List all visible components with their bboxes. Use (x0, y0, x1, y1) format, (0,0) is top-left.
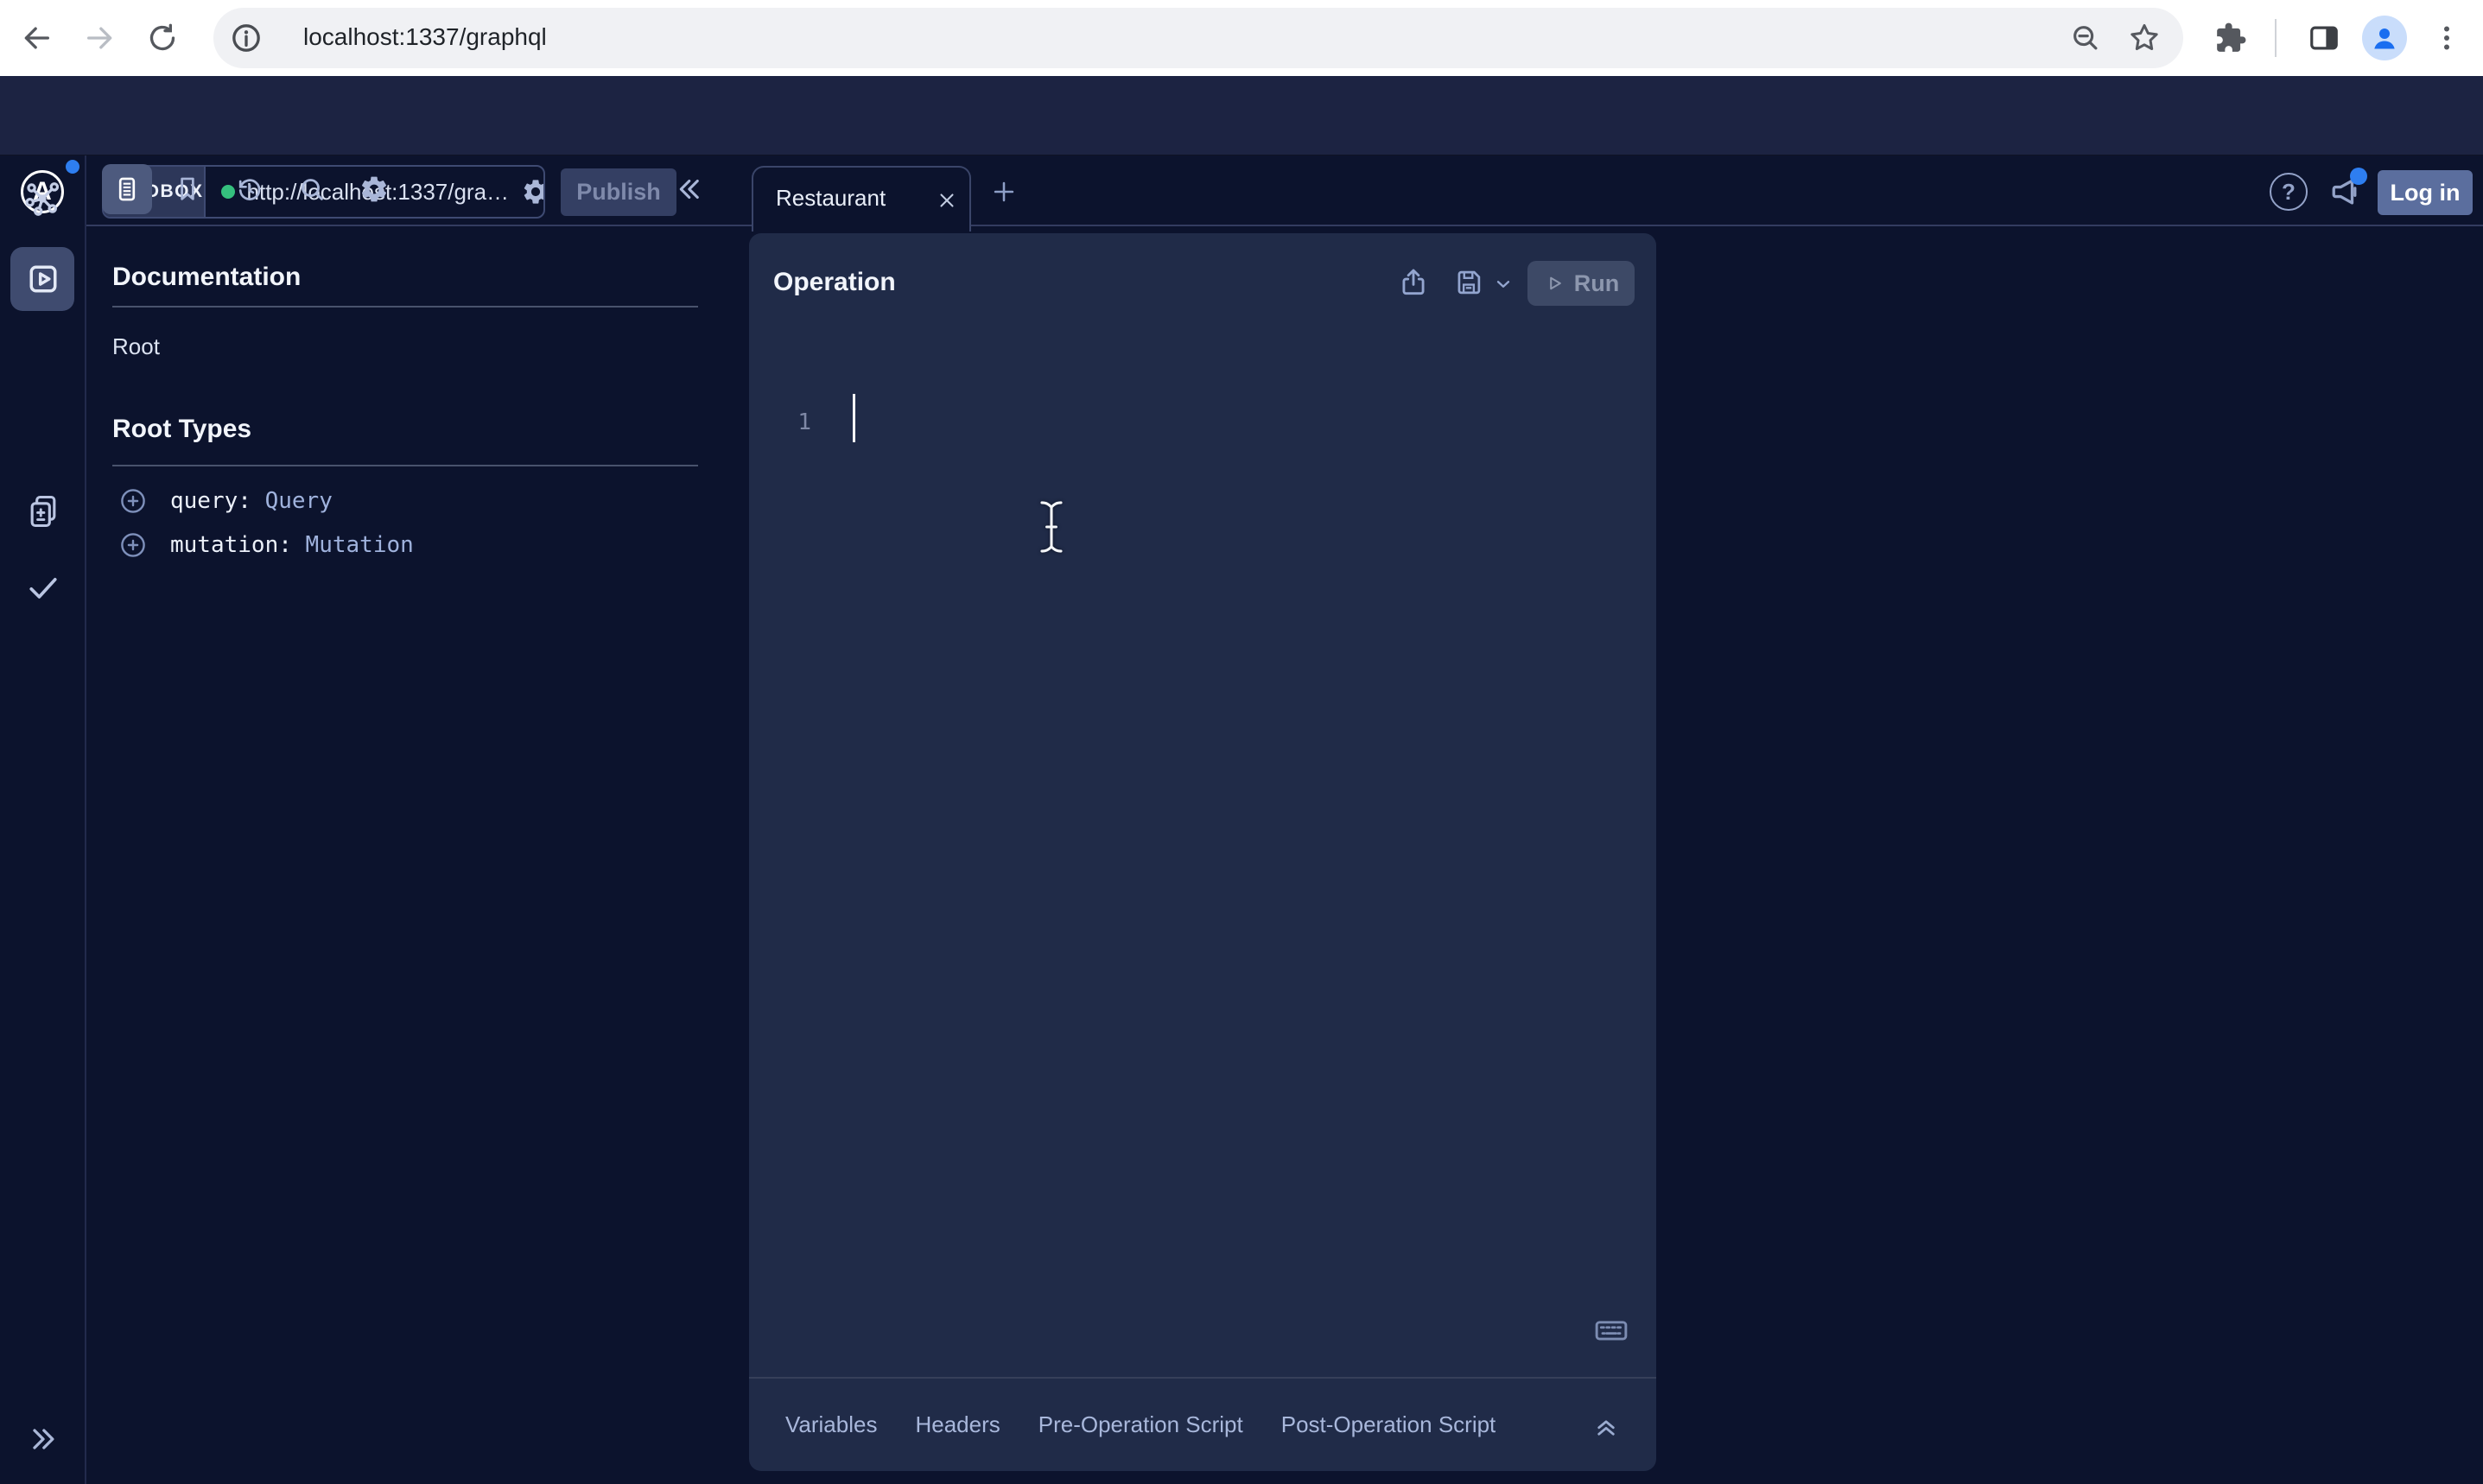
side-panel-button[interactable] (2303, 17, 2345, 59)
browser-reload-button[interactable] (142, 17, 183, 59)
new-tab-button[interactable] (983, 171, 1025, 212)
play-icon (1543, 272, 1565, 295)
reload-icon (145, 21, 180, 55)
arrow-left-icon (19, 21, 54, 55)
document-list-icon (112, 174, 142, 204)
nav-expand-button[interactable] (22, 1418, 64, 1460)
arrow-right-icon (83, 21, 117, 55)
add-field-button[interactable] (117, 485, 149, 517)
save-floppy-icon (1452, 266, 1485, 299)
footer-expand-button[interactable] (1587, 1406, 1625, 1444)
schema-notification-dot (66, 160, 79, 174)
app-root: localhost:1337/graphql A SANDBOX (0, 0, 2483, 1484)
browser-menu-button[interactable] (2426, 17, 2467, 59)
field-name: query: Query (170, 488, 333, 514)
keyboard-shortcuts-button[interactable] (1589, 1308, 1634, 1353)
docs-tab-documentation[interactable] (102, 164, 152, 214)
schema-graph-icon (23, 179, 63, 219)
browser-back-button[interactable] (16, 17, 57, 59)
browser-chrome: localhost:1337/graphql (0, 0, 2483, 76)
bookmark-star-icon[interactable] (2124, 18, 2164, 58)
run-button[interactable]: Run (1527, 261, 1635, 306)
gear-icon (359, 174, 390, 205)
operation-editor[interactable]: 1 (749, 311, 1656, 1377)
save-menu-button[interactable] (1490, 271, 1516, 297)
add-field-button[interactable] (117, 530, 149, 561)
close-icon (936, 189, 958, 212)
docs-tab-bookmarks[interactable] (167, 168, 208, 210)
chrome-divider (2275, 19, 2277, 57)
footer-tab-headers[interactable]: Headers (915, 1411, 1000, 1438)
nav-checks-button[interactable] (22, 567, 64, 608)
zoom-out-icon[interactable] (2067, 19, 2105, 57)
kebab-menu-icon (2431, 22, 2462, 54)
share-icon (1397, 266, 1430, 299)
docs-divider (112, 465, 698, 466)
share-operation-button[interactable] (1393, 262, 1434, 303)
diff-docs-icon (24, 492, 62, 530)
chevron-down-icon (1492, 273, 1515, 295)
keyboard-icon (1592, 1311, 1630, 1349)
nav-explorer-button[interactable] (22, 258, 64, 300)
docs-field-query: query: Query (117, 482, 333, 520)
footer-tab-post-operation-script[interactable]: Post-Operation Script (1281, 1411, 1496, 1438)
url-text: localhost:1337/graphql (303, 23, 547, 51)
operation-footer: Variables Headers Pre-Operation Script P… (749, 1379, 1656, 1471)
line-number: 1 (773, 409, 811, 435)
docs-root-types-title: Root Types (112, 415, 251, 444)
docs-root-item[interactable]: Root (112, 333, 160, 360)
field-type-link[interactable]: Mutation (306, 532, 414, 558)
help-glyph: ? (2282, 179, 2296, 206)
docs-divider (112, 306, 698, 308)
field-name: mutation: Mutation (170, 532, 414, 558)
plus-icon (989, 177, 1019, 206)
docs-tab-search[interactable] (291, 168, 333, 210)
run-label: Run (1574, 270, 1619, 297)
explorer-play-icon (24, 260, 62, 298)
puzzle-icon (2214, 22, 2247, 54)
announcement-badge (2350, 168, 2367, 185)
apollo-toolbar: A SANDBOX http://localhost:1337/gra… Pub… (0, 76, 2483, 155)
help-button[interactable]: ? (2270, 173, 2308, 211)
login-button[interactable]: Log in (2378, 170, 2473, 215)
response-panel: Response (1656, 233, 2483, 1471)
search-icon (296, 174, 327, 205)
field-type-link[interactable]: Query (265, 488, 333, 514)
editor-caret (853, 394, 855, 442)
double-chevron-left-icon (672, 173, 705, 206)
docs-tab-settings[interactable] (353, 168, 395, 210)
site-info-icon[interactable] (225, 17, 267, 59)
address-bar[interactable]: localhost:1337/graphql (213, 8, 2183, 68)
operation-panel: Operation Run 1 Variables Headers Pre-Op… (749, 233, 1656, 1471)
nav-schema-button[interactable] (22, 178, 64, 219)
text-cursor-pointer (1037, 494, 1066, 560)
footer-tab-pre-operation-script[interactable]: Pre-Operation Script (1038, 1411, 1243, 1438)
bookmark-icon (173, 174, 202, 204)
docs-tab-history[interactable] (229, 168, 270, 210)
checkmark-icon (24, 568, 62, 606)
extensions-button[interactable] (2210, 17, 2251, 59)
profile-avatar[interactable] (2362, 16, 2407, 60)
history-clock-icon (234, 174, 265, 205)
plus-circle-icon (117, 485, 149, 517)
docs-collapse-button[interactable] (668, 168, 709, 210)
save-operation-button[interactable] (1448, 262, 1489, 303)
left-nav (0, 155, 86, 1484)
double-chevron-right-icon (26, 1422, 60, 1456)
tab-label: Restaurant (776, 185, 886, 212)
operation-title: Operation (773, 268, 896, 297)
tab-restaurant[interactable]: Restaurant (752, 166, 971, 231)
side-panel-icon (2308, 22, 2340, 54)
tab-close-button[interactable] (930, 183, 964, 218)
double-chevron-up-icon (1591, 1410, 1622, 1441)
docs-title: Documentation (112, 263, 301, 292)
docs-field-mutation: mutation: Mutation (117, 526, 414, 564)
documentation-panel: Documentation Root Root Types query: Que… (86, 155, 748, 1484)
plus-circle-icon (117, 530, 149, 561)
nav-changelog-button[interactable] (22, 491, 64, 532)
person-icon (2367, 21, 2402, 55)
browser-forward-button[interactable] (79, 17, 121, 59)
footer-tab-variables[interactable]: Variables (785, 1411, 877, 1438)
